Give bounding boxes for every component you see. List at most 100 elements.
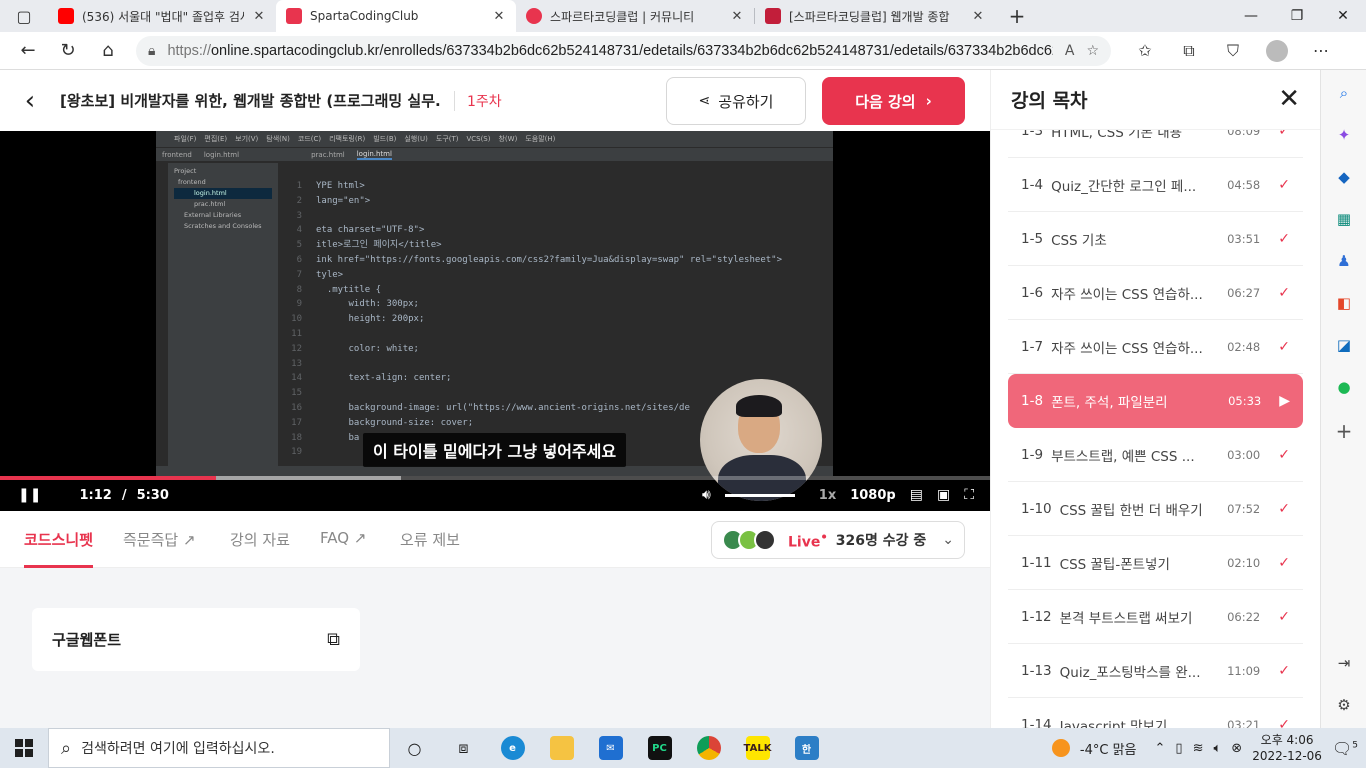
chrome-icon[interactable]: [684, 728, 733, 768]
toc-item[interactable]: 1-8 폰트, 주석, 파일분리 05:33 ▶: [1008, 374, 1303, 428]
tab-qna[interactable]: 즉문즉답 ↗: [123, 529, 196, 550]
add-icon[interactable]: +: [1333, 419, 1355, 443]
close-icon[interactable]: ✕: [492, 9, 506, 24]
back-arrow-icon[interactable]: ←: [8, 32, 48, 70]
pause-icon[interactable]: ❚❚: [18, 487, 41, 503]
edge-app-icon[interactable]: e: [488, 728, 537, 768]
tab-actions-icon[interactable]: ▢: [0, 0, 48, 35]
read-aloud-icon[interactable]: A: [1065, 43, 1075, 59]
lock-icon[interactable]: 🔒︎: [148, 43, 155, 59]
live-viewers-dropdown[interactable]: Live• 326명 수강 중 ⌄: [711, 521, 965, 559]
tab-spartacodingclub[interactable]: SpartaCodingClub ✕: [276, 0, 516, 32]
hangul-icon[interactable]: 한: [782, 728, 831, 768]
task-view-icon[interactable]: ⧈: [439, 728, 488, 768]
device-icon[interactable]: ▯: [1175, 741, 1182, 756]
favorites-icon[interactable]: ✩: [1123, 32, 1167, 70]
tab-webdev-course[interactable]: [스파르타코딩클럽] 웹개발 종합 ✕: [755, 0, 995, 32]
tab-community[interactable]: 스파르타코딩클럽 | 커뮤니티 ✕: [516, 0, 754, 32]
clock[interactable]: 오후 4:06 2022-12-06: [1252, 732, 1322, 764]
windows-start-icon[interactable]: [0, 728, 48, 768]
share-button[interactable]: ⋖ 공유하기: [666, 77, 806, 125]
external-link-icon: ↗: [353, 529, 367, 547]
profile-avatar-icon[interactable]: [1255, 32, 1299, 70]
taskbar-search[interactable]: ⌕ 검색하려면 여기에 입력하십시오.: [48, 728, 390, 768]
close-icon[interactable]: ✕: [971, 9, 985, 24]
home-icon[interactable]: ⌂: [88, 32, 128, 70]
video-progress-bar[interactable]: [0, 476, 990, 480]
code-line: 11: [280, 327, 819, 342]
toc-item-title: CSS 꿀팁-폰트넣기: [1059, 556, 1170, 573]
toc-item[interactable]: 1-6 자주 쓰이는 CSS 연습하... 06:27 ✓: [1008, 266, 1303, 320]
add-favorite-icon[interactable]: ☆: [1086, 43, 1099, 59]
minimize-icon[interactable]: —: [1228, 0, 1274, 32]
url-field[interactable]: 🔒︎ https://online.spartacodingclub.kr/en…: [136, 35, 1111, 66]
hide-sidebar-icon[interactable]: ⇥: [1333, 652, 1355, 674]
video-player[interactable]: 파일(F) 편집(E) 보기(V) 탐색(N) 코드(C) 리팩토링(R) 빌드(B) 실행(…: [0, 131, 990, 511]
toc-item[interactable]: 1-14 Javascript 맛보기 03:21 ✓: [1008, 698, 1303, 729]
more-menu-icon[interactable]: ⋯: [1299, 32, 1343, 70]
toc-item-title: Quiz_간단한 로그인 페...: [1051, 178, 1197, 195]
toc-item[interactable]: 1-7 자주 쓰이는 CSS 연습하... 02:48 ✓: [1008, 320, 1303, 374]
copilot-sparkle-icon[interactable]: ✦: [1333, 124, 1355, 146]
browser-essentials-icon[interactable]: ⛉: [1211, 32, 1255, 70]
weather-text[interactable]: -4°C 맑음: [1080, 739, 1137, 758]
shopping-tag-icon[interactable]: ◆: [1333, 166, 1355, 188]
tools-icon[interactable]: ▦: [1333, 208, 1355, 230]
toc-item[interactable]: 1-11 CSS 꿀팁-폰트넣기 02:10 ✓: [1008, 536, 1303, 590]
toc-item[interactable]: 1-12 본격 부트스트랩 써보기 06:22 ✓: [1008, 590, 1303, 644]
code-text: .mytitle {: [316, 284, 382, 295]
copy-icon[interactable]: ⧉: [327, 629, 340, 650]
share-icon: ⋖: [698, 93, 711, 109]
wifi-icon[interactable]: ≋: [1193, 741, 1204, 756]
outlook-icon[interactable]: ◪: [1333, 334, 1355, 356]
kakaotalk-icon[interactable]: TALK: [733, 728, 782, 768]
tab-faq[interactable]: FAQ ↗: [320, 529, 366, 547]
snippet-card[interactable]: 구글웹폰트 ⧉: [32, 608, 360, 671]
toc-item-title: 자주 쓰이는 CSS 연습하...: [1051, 286, 1203, 303]
spotify-icon[interactable]: ●: [1333, 376, 1355, 398]
chevron-up-icon[interactable]: ⌃: [1155, 741, 1166, 756]
close-window-icon[interactable]: ✕: [1320, 0, 1366, 32]
toc-item[interactable]: 1-10 CSS 꿀팁 한번 더 배우기 07:52 ✓: [1008, 482, 1303, 536]
tab-youtube[interactable]: (536) 서울대 "법대" 졸업후 검사가 ✕: [48, 0, 276, 32]
tab-code-snippet[interactable]: 코드스니펫: [24, 529, 93, 550]
file-explorer-icon[interactable]: [537, 728, 586, 768]
speed-button[interactable]: 1x: [819, 488, 836, 503]
close-icon[interactable]: ✕: [1278, 84, 1300, 114]
pycharm-icon[interactable]: PC: [635, 728, 684, 768]
search-icon[interactable]: ⌕: [1333, 82, 1355, 104]
close-icon[interactable]: ✕: [252, 9, 266, 24]
pip-icon[interactable]: ▣: [937, 487, 950, 503]
tab-report-error[interactable]: 오류 제보: [400, 529, 460, 550]
line-number: 3: [296, 210, 302, 221]
tab-materials[interactable]: 강의 자료: [230, 529, 290, 550]
quality-button[interactable]: 1080p: [850, 488, 896, 503]
notification-icon[interactable]: 🗨︎5: [1332, 739, 1358, 758]
toc-item[interactable]: 1-4 Quiz_간단한 로그인 페... 04:58 ✓: [1008, 158, 1303, 212]
volume-icon[interactable]: 🔊︎: [702, 487, 711, 503]
live-text: Live: [788, 534, 821, 551]
mail-icon[interactable]: ✉: [586, 728, 635, 768]
cortana-icon[interactable]: ○: [390, 728, 439, 768]
next-lecture-button[interactable]: 다음 강의 ›: [822, 77, 965, 125]
subtitles-icon[interactable]: ▤: [910, 487, 923, 503]
toc-item[interactable]: 1-13 Quiz_포스팅박스를 완... 11:09 ✓: [1008, 644, 1303, 698]
ide-menu-item: 코드(C): [297, 135, 322, 143]
back-chevron-icon[interactable]: ‹: [0, 86, 60, 116]
restore-icon[interactable]: ❐: [1274, 0, 1320, 32]
volume-slider[interactable]: [724, 493, 795, 497]
games-icon[interactable]: ♟: [1333, 250, 1355, 272]
mute-icon[interactable]: ⊗: [1231, 741, 1242, 756]
toc-item[interactable]: 1-5 CSS 기초 03:51 ✓: [1008, 212, 1303, 266]
ide-menu-item: 실행(U): [404, 135, 428, 143]
new-tab-button[interactable]: +: [995, 0, 1039, 35]
fullscreen-icon[interactable]: ⛶: [964, 487, 974, 503]
collections-icon[interactable]: ⧉: [1167, 32, 1211, 70]
office-icon[interactable]: ◧: [1333, 292, 1355, 314]
refresh-icon[interactable]: ↻: [48, 32, 88, 70]
speaker-icon[interactable]: 🔈︎: [1213, 741, 1221, 756]
close-icon[interactable]: ✕: [730, 9, 744, 24]
gear-icon[interactable]: ⚙: [1333, 694, 1355, 716]
toc-item-number: 1-4: [1021, 176, 1044, 193]
toc-item[interactable]: 1-9 부트스트랩, 예쁜 CSS ... 03:00 ✓: [1008, 428, 1303, 482]
